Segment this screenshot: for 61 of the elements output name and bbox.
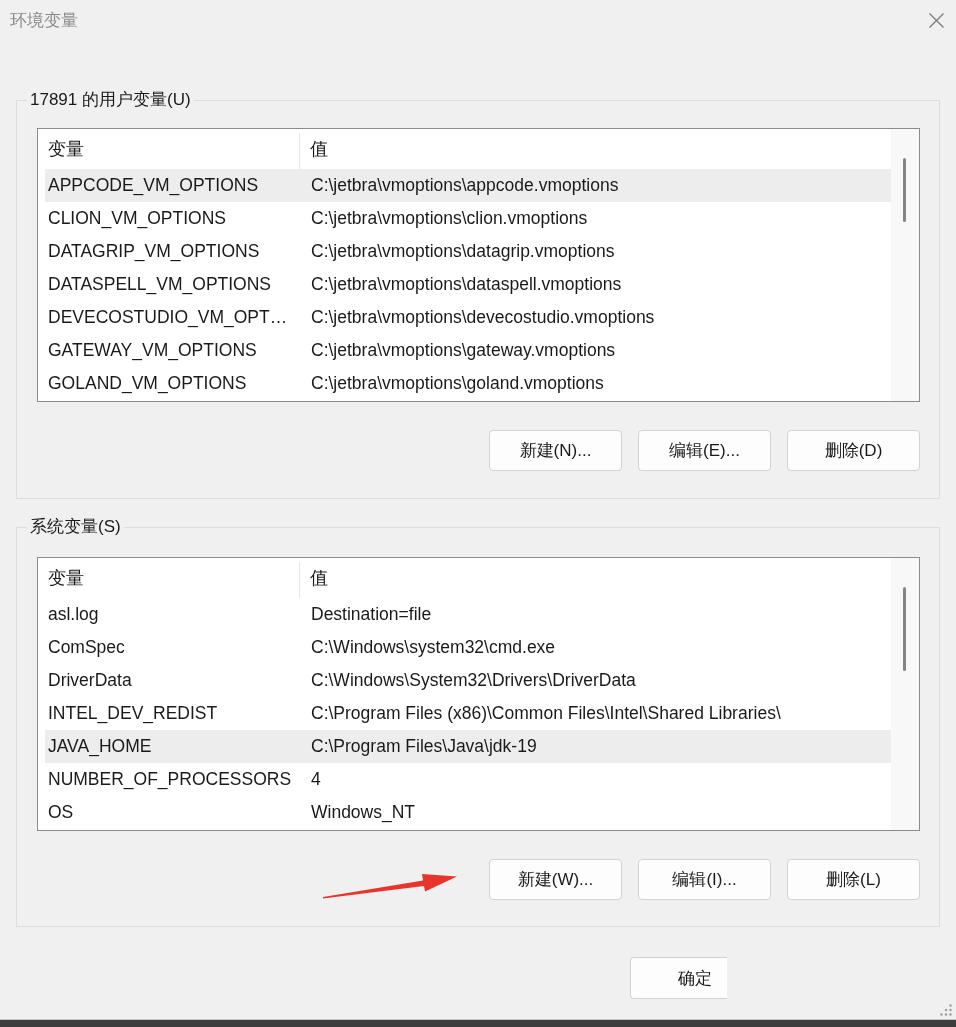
variable-value: C:\Program Files\Java\jdk-19 xyxy=(310,736,537,757)
variable-name: CLION_VM_OPTIONS xyxy=(47,208,227,229)
variable-name: GOLAND_VM_OPTIONS xyxy=(47,373,248,394)
scrollbar-thumb[interactable] xyxy=(903,158,906,222)
variable-value: C:\Windows\system32\cmd.exe xyxy=(310,637,556,658)
list-row[interactable]: NUMBER_OF_PROCESSORS 4 xyxy=(45,763,891,796)
variable-value: C:\jetbra\vmoptions\clion.vmoptions xyxy=(310,208,588,229)
variable-value: C:\jetbra\vmoptions\datagrip.vmoptions xyxy=(310,241,615,262)
resize-grip-icon[interactable] xyxy=(940,1004,952,1016)
variable-name: NUMBER_OF_PROCESSORS xyxy=(47,769,293,790)
variable-value: C:\Program Files (x86)\Common Files\Intel\Shared Libraries\ xyxy=(310,703,781,724)
list-row[interactable]: CLION_VM_OPTIONS C:\jetbra\vmoptions\clion.vmoptions xyxy=(45,202,891,235)
edit-button[interactable]: 编辑(E)... xyxy=(638,430,771,471)
variable-value: Windows_NT xyxy=(310,802,416,823)
variable-value: C:\jetbra\vmoptions\dataspell.vmoptions xyxy=(310,274,622,295)
list-row[interactable]: APPCODE_VM_OPTIONS C:\jetbra\vmoptions\appcode.vmoptions xyxy=(45,169,891,202)
variable-value: C:\jetbra\vmoptions\gateway.vmoptions xyxy=(310,340,616,361)
new-button[interactable]: 新建(N)... xyxy=(489,430,622,471)
list-row[interactable]: ComSpec C:\Windows\system32\cmd.exe xyxy=(45,631,891,664)
list-row[interactable]: DriverData C:\Windows\System32\Drivers\DriverData xyxy=(45,664,891,697)
column-header[interactable]: 变量 xyxy=(45,562,300,598)
variable-name: asl.log xyxy=(47,604,100,625)
close-icon[interactable] xyxy=(929,12,944,28)
list-row[interactable]: INTEL_DEV_REDIST C:\Program Files (x86)\Common Files\Intel\Shared Libraries\ xyxy=(45,697,891,730)
scrollbar-track[interactable] xyxy=(891,129,919,401)
window-title: 环境变量 xyxy=(10,9,78,32)
new-button[interactable]: 新建(W)... xyxy=(489,859,622,900)
variable-name: APPCODE_VM_OPTIONS xyxy=(47,175,260,196)
delete-button[interactable]: 删除(D) xyxy=(787,430,920,471)
variable-name: DATASPELL_VM_OPTIONS xyxy=(47,274,273,295)
delete-button[interactable]: 删除(L) xyxy=(787,859,920,900)
variable-name: ComSpec xyxy=(47,637,126,658)
scrollbar-thumb[interactable] xyxy=(903,587,906,671)
group-label: 系统变量(S) xyxy=(29,516,122,538)
column-header[interactable]: 值 xyxy=(300,558,328,598)
column-header[interactable]: 值 xyxy=(300,129,328,169)
ok-button[interactable]: 确定 xyxy=(630,957,727,999)
variable-name: INTEL_DEV_REDIST xyxy=(47,703,219,724)
variable-value: 4 xyxy=(310,769,321,790)
variable-name: DriverData xyxy=(47,670,133,691)
variable-name: DEVECOSTUDIO_VM_OPT… xyxy=(47,307,289,328)
edit-button[interactable]: 编辑(I)... xyxy=(638,859,771,900)
variable-name: OS xyxy=(47,802,75,823)
list-row[interactable]: DATASPELL_VM_OPTIONS C:\jetbra\vmoptions\dataspell.vmoptions xyxy=(45,268,891,301)
variable-value: C:\jetbra\vmoptions\goland.vmoptions xyxy=(310,373,604,394)
variable-name: JAVA_HOME xyxy=(47,736,153,757)
variable-value: C:\Windows\System32\Drivers\DriverData xyxy=(310,670,636,691)
list-row[interactable]: OS Windows_NT xyxy=(45,796,891,829)
variable-name: GATEWAY_VM_OPTIONS xyxy=(47,340,258,361)
scrollbar-track[interactable] xyxy=(891,558,919,830)
group-label: 17891 的用户变量(U) xyxy=(29,89,192,111)
list-row[interactable]: JAVA_HOME C:\Program Files\Java\jdk-19 xyxy=(45,730,891,763)
list-row[interactable]: GATEWAY_VM_OPTIONS C:\jetbra\vmoptions\gateway.vmoptions xyxy=(45,334,891,367)
variable-value: Destination=file xyxy=(310,604,432,625)
variable-name: DATAGRIP_VM_OPTIONS xyxy=(47,241,261,262)
variable-value: C:\jetbra\vmoptions\appcode.vmoptions xyxy=(310,175,619,196)
list-row[interactable]: DEVECOSTUDIO_VM_OPT… C:\jetbra\vmoptions\devecostudio.vmoptions xyxy=(45,301,891,334)
list-row[interactable]: GOLAND_VM_OPTIONS C:\jetbra\vmoptions\goland.vmoptions xyxy=(45,367,891,400)
variable-value: C:\jetbra\vmoptions\devecostudio.vmoptions xyxy=(310,307,655,328)
list-row[interactable]: asl.log Destination=file xyxy=(45,598,891,631)
list-row[interactable]: DATAGRIP_VM_OPTIONS C:\jetbra\vmoptions\datagrip.vmoptions xyxy=(45,235,891,268)
